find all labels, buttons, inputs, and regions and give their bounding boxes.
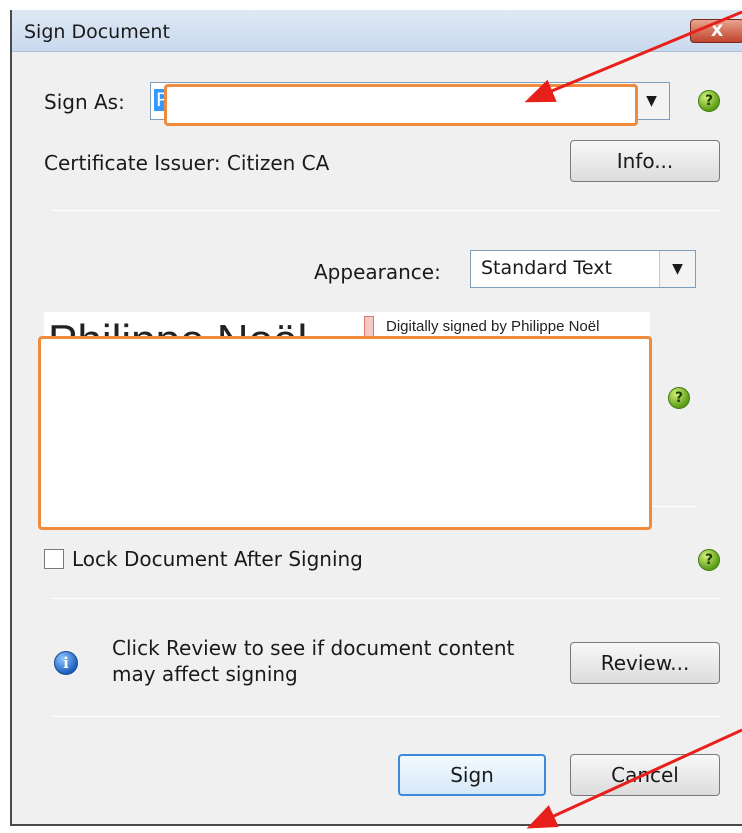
certificate-issuer-text: Certificate Issuer: Citizen CA — [44, 151, 330, 175]
chevron-down-icon[interactable]: ▼ — [633, 83, 669, 119]
close-button[interactable]: X — [690, 19, 742, 43]
info-icon: i — [54, 651, 78, 675]
sign-button[interactable]: Sign — [398, 754, 546, 796]
redaction-box-signature — [38, 336, 652, 530]
lock-document-checkbox[interactable] — [44, 549, 64, 569]
sign-as-label: Sign As: — [44, 90, 125, 114]
help-icon[interactable]: ? — [698, 549, 720, 571]
appearance-selected-value: Standard Text — [481, 257, 612, 279]
dialog-title: Sign Document — [24, 21, 170, 43]
preview-signed-text: Digitally signed by Philippe Noël — [386, 318, 600, 335]
help-icon[interactable]: ? — [698, 90, 720, 112]
help-icon[interactable]: ? — [668, 387, 690, 409]
info-button[interactable]: Info... — [570, 140, 720, 182]
separator — [52, 716, 720, 717]
title-bar: Sign Document X — [12, 10, 742, 52]
review-button[interactable]: Review... — [570, 642, 720, 684]
chevron-down-icon[interactable]: ▼ — [659, 251, 695, 287]
review-message-line1: Click Review to see if document content — [112, 636, 515, 660]
lock-document-label: Lock Document After Signing — [72, 547, 363, 571]
separator — [52, 210, 720, 211]
appearance-dropdown[interactable]: Standard Text ▼ — [470, 250, 696, 288]
adobe-logo-icon — [364, 316, 374, 338]
redaction-box-sign-as — [164, 84, 638, 126]
separator — [52, 598, 720, 599]
cancel-button[interactable]: Cancel — [570, 754, 720, 796]
appearance-label: Appearance: — [314, 260, 441, 284]
close-icon: X — [710, 21, 724, 40]
review-message-line2: may affect signing — [112, 662, 298, 686]
